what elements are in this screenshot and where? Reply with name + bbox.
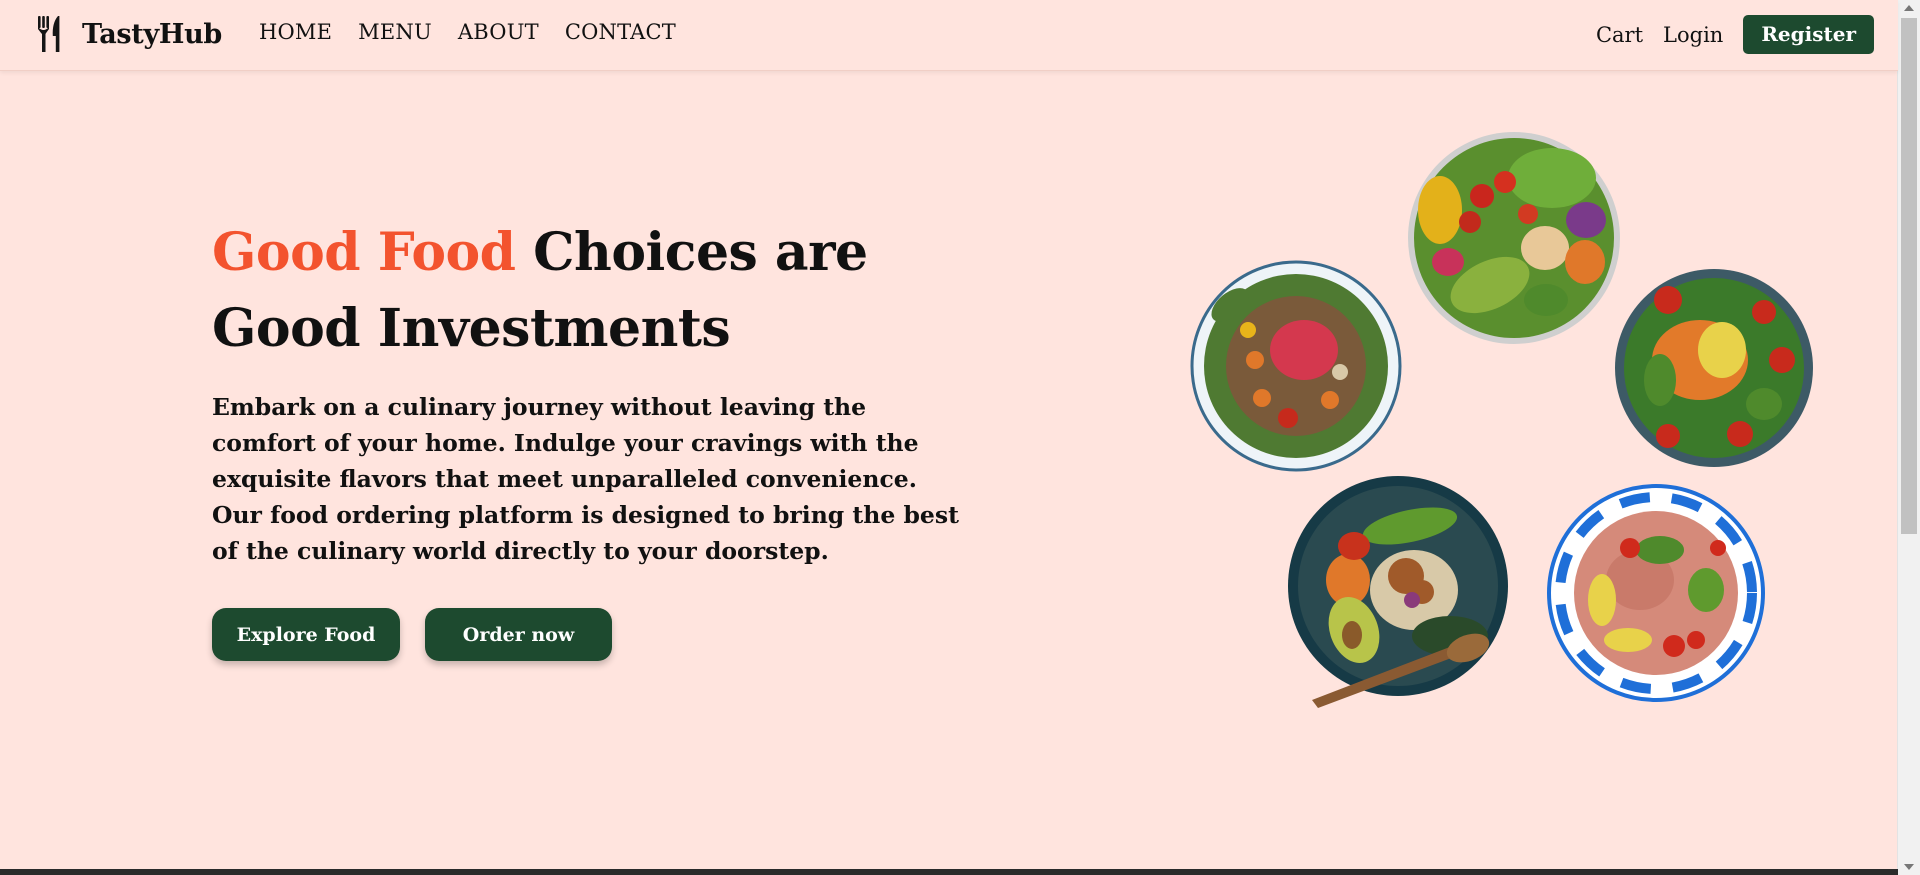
- scrollbar[interactable]: [1897, 0, 1920, 875]
- bowl-image-bottom-right: [1547, 484, 1765, 702]
- footer-edge: [0, 869, 1898, 875]
- nav-actions: Cart Login Register: [1596, 15, 1898, 54]
- cart-link[interactable]: Cart: [1596, 23, 1643, 47]
- fork-knife-icon: [36, 15, 62, 53]
- nav-links: HOME MENU ABOUT CONTACT: [259, 20, 702, 44]
- scroll-thumb[interactable]: [1901, 18, 1917, 534]
- bowl-image-right: [1615, 269, 1813, 467]
- nav-link-contact[interactable]: CONTACT: [565, 20, 676, 44]
- bowl-image-bottom-left: [1288, 476, 1508, 708]
- nav-link-menu[interactable]: MENU: [358, 20, 432, 44]
- nav-link-about[interactable]: ABOUT: [458, 20, 539, 44]
- brand-name: TastyHub: [82, 18, 222, 50]
- brand[interactable]: TastyHub: [36, 15, 222, 53]
- bowl-image-left: [1190, 260, 1402, 472]
- navbar: TastyHub HOME MENU ABOUT CONTACT Cart Lo…: [0, 0, 1898, 71]
- food-bowls-illustration: [1190, 132, 1813, 708]
- scroll-up-icon[interactable]: [1904, 5, 1914, 11]
- bowl-image-top: [1408, 132, 1620, 344]
- scroll-down-icon[interactable]: [1904, 864, 1914, 870]
- register-button[interactable]: Register: [1743, 15, 1874, 54]
- nav-link-home[interactable]: HOME: [259, 20, 332, 44]
- login-link[interactable]: Login: [1663, 23, 1723, 47]
